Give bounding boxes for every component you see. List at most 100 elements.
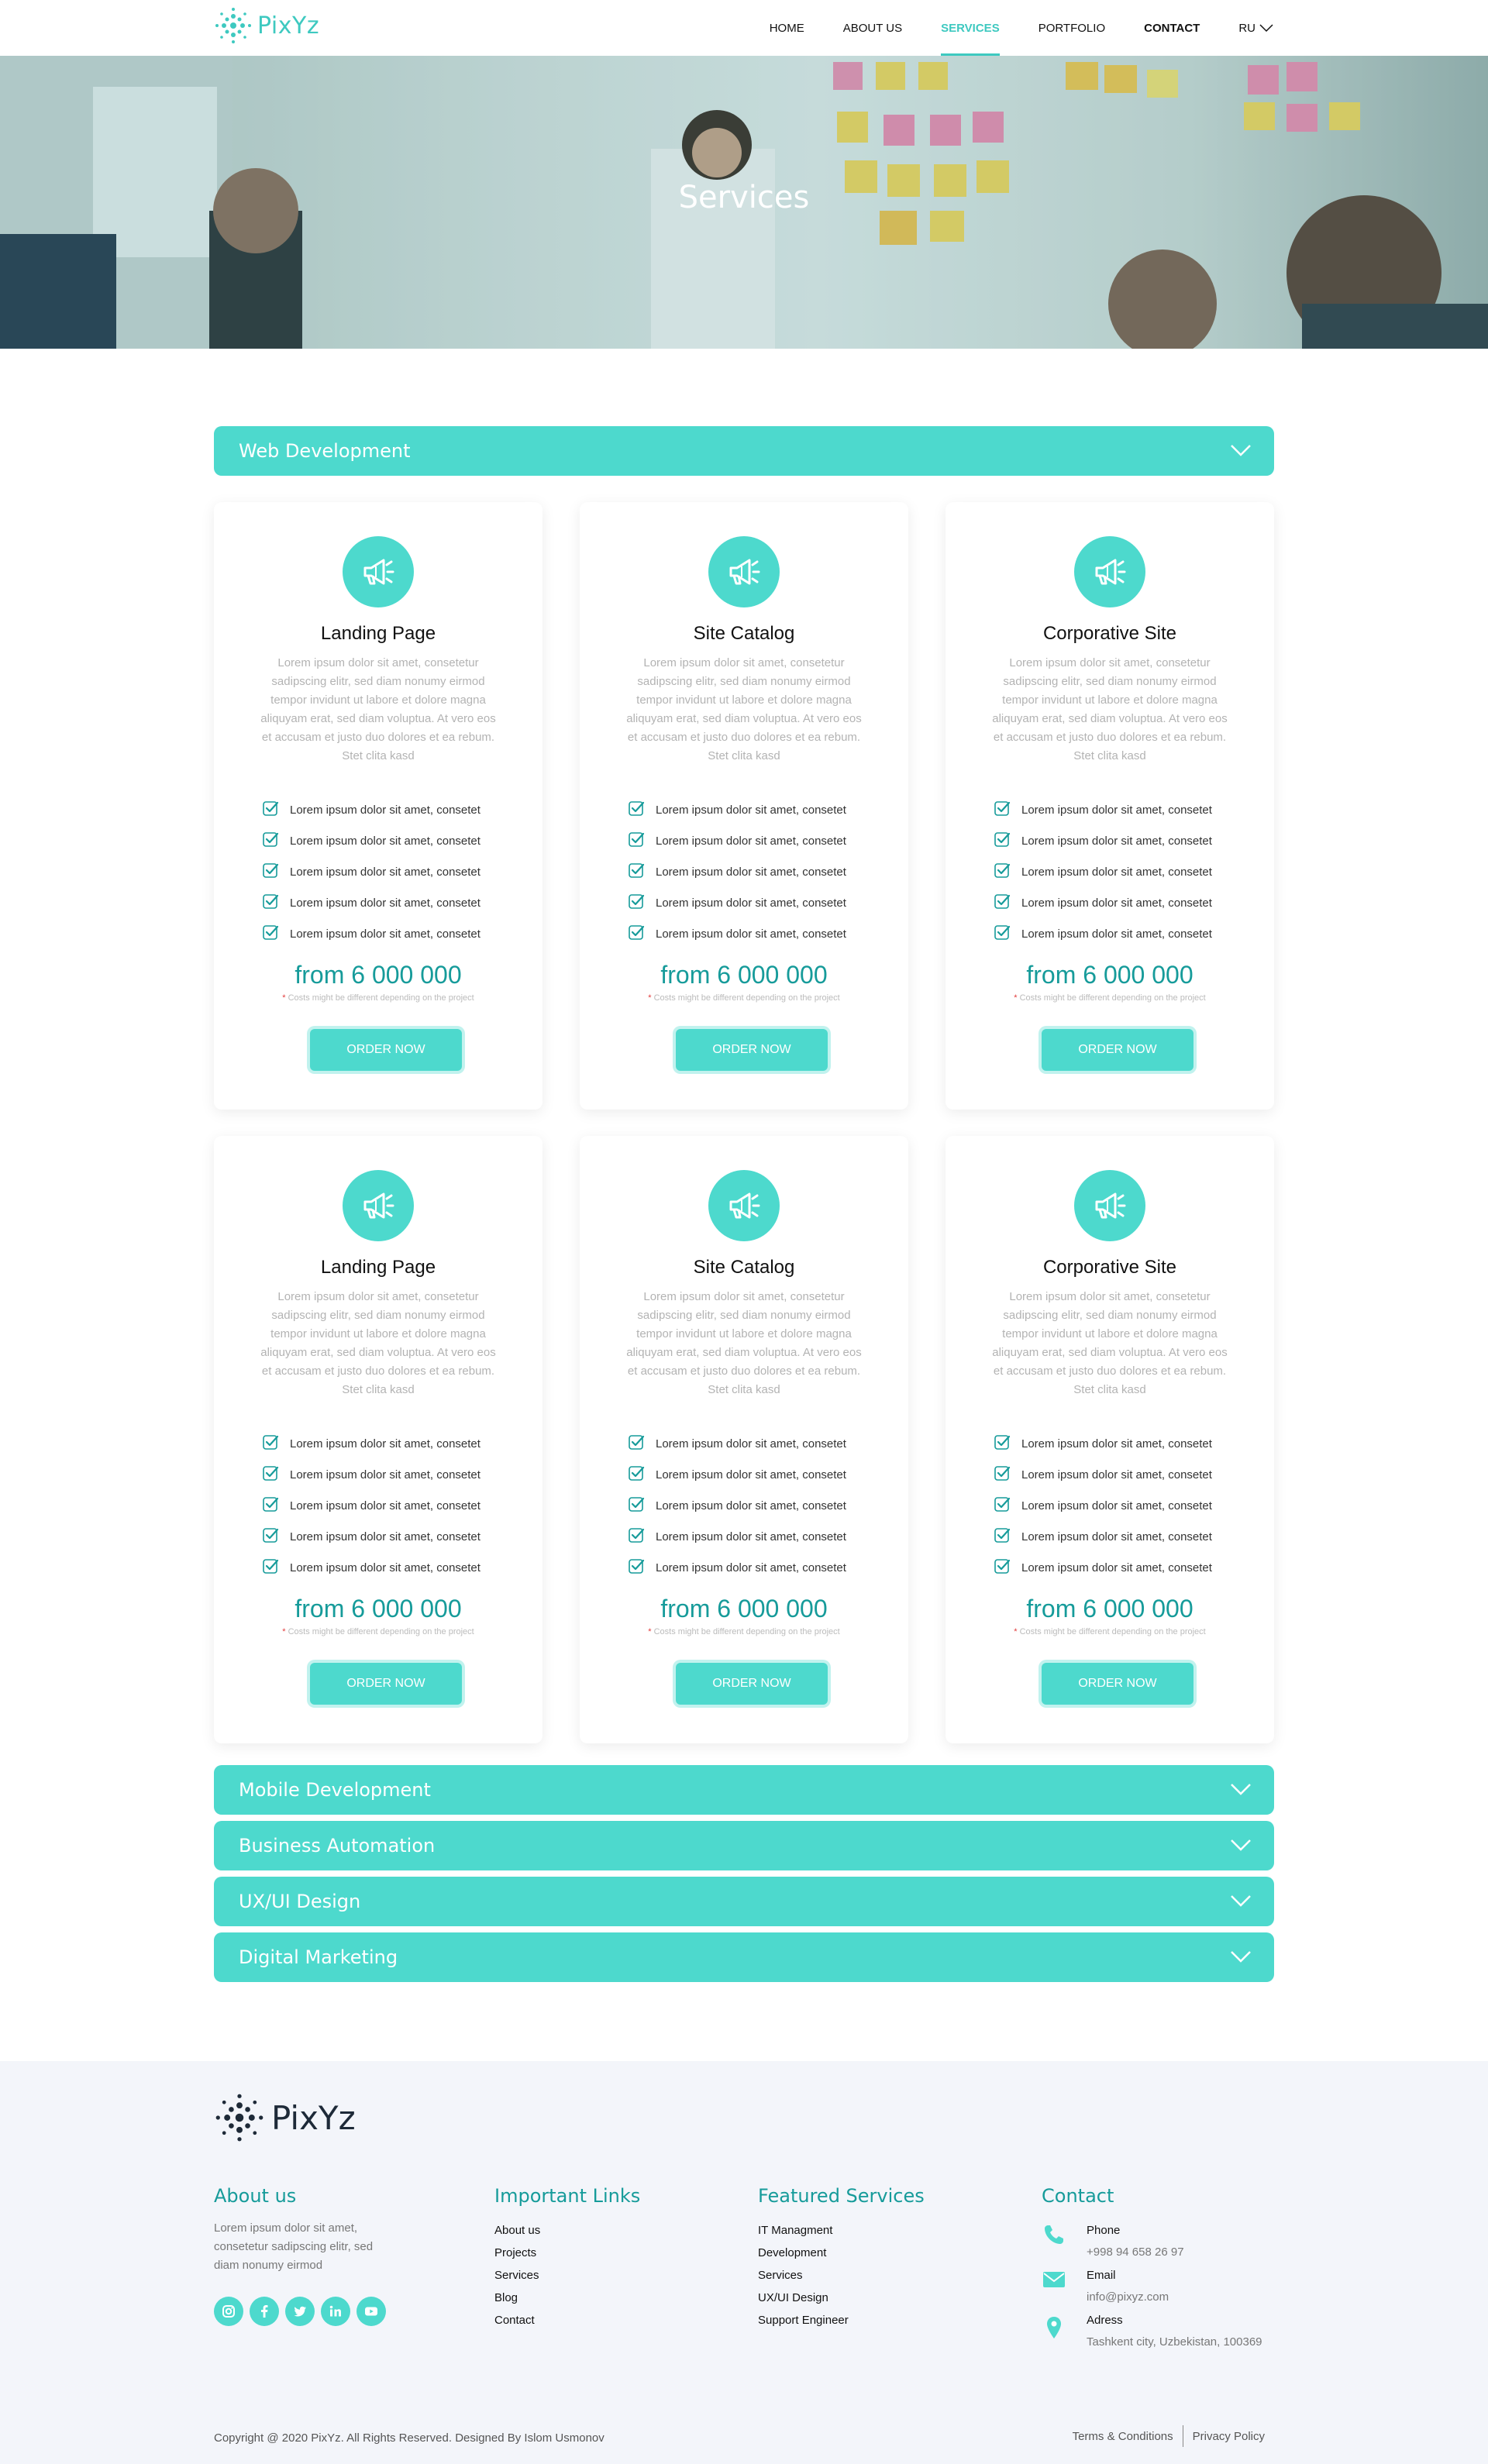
nav-portfolio[interactable]: PORTFOLIO — [1038, 0, 1105, 56]
header: PixYz HOME ABOUT US SERVICES PORTFOLIO C… — [0, 0, 1488, 56]
phone-label: Phone — [1087, 2224, 1121, 2237]
twitter-icon[interactable] — [285, 2297, 315, 2326]
checkbox-check-icon — [262, 1464, 279, 1485]
footer-logo-text: PixYz — [271, 2098, 356, 2137]
order-now-button[interactable]: ORDER NOW — [310, 1029, 462, 1071]
footer-contact-title: Contact — [1042, 2185, 1114, 2207]
footer-links-title: Important Links — [494, 2185, 641, 2207]
accordion-mobile-development[interactable]: Mobile Development — [214, 1765, 1274, 1815]
footer-contact-title-wrap: Contact — [1042, 2185, 1114, 2219]
footer-featured-development[interactable]: Development — [758, 2242, 925, 2264]
footer-featured-services[interactable]: Services — [758, 2264, 925, 2287]
footer-featured-ux-ui-design[interactable]: UX/UI Design — [758, 2287, 925, 2309]
logo[interactable]: PixYz — [214, 6, 319, 45]
address-value: Tashkent city, Uzbekistan, 100369 — [1087, 2335, 1262, 2349]
asterisk: * — [282, 1627, 288, 1636]
service-card: Site Catalog Lorem ipsum dolor sit amet, … — [580, 1136, 908, 1743]
checkbox-check-icon — [628, 831, 645, 851]
feature-item: Lorem ipsum dolor sit amet, consetet — [262, 1433, 510, 1454]
megaphone-icon — [708, 536, 780, 607]
checkbox-check-icon — [628, 893, 645, 913]
feature-item: Lorem ipsum dolor sit amet, consetet — [628, 1464, 876, 1485]
facebook-icon[interactable] — [250, 2297, 279, 2326]
mail-icon — [1043, 2272, 1065, 2287]
email-value[interactable]: info@pixyz.com — [1087, 2290, 1169, 2304]
footer-link-contact[interactable]: Contact — [494, 2309, 640, 2332]
order-now-button[interactable]: ORDER NOW — [1042, 1029, 1194, 1071]
feature-item: Lorem ipsum dolor sit amet, consetet — [262, 1557, 510, 1578]
asterisk: * — [282, 993, 288, 1003]
asterisk: * — [1014, 1627, 1020, 1636]
feature-text: Lorem ipsum dolor sit amet, consetet — [290, 1437, 480, 1451]
nav-about-us[interactable]: ABOUT US — [843, 0, 902, 56]
feature-item: Lorem ipsum dolor sit amet, consetet — [628, 1526, 876, 1547]
feature-item: Lorem ipsum dolor sit amet, consetet — [628, 862, 876, 882]
order-now-button[interactable]: ORDER NOW — [1042, 1663, 1194, 1705]
chevron-down-icon — [1231, 445, 1251, 456]
feature-item: Lorem ipsum dolor sit amet, consetet — [262, 800, 510, 820]
checkbox-check-icon — [628, 1526, 645, 1547]
nav-contact[interactable]: CONTACT — [1144, 0, 1200, 56]
chevron-down-icon — [1259, 24, 1273, 33]
feature-text: Lorem ipsum dolor sit amet, consetet — [656, 865, 846, 879]
feature-text: Lorem ipsum dolor sit amet, consetet — [656, 1530, 846, 1543]
footer-link-projects[interactable]: Projects — [494, 2242, 640, 2264]
checkbox-check-icon — [628, 924, 645, 944]
phone-icon — [1045, 2225, 1063, 2244]
copyright-text: Copyright @ 2020 PixYz. All Rights Reser… — [214, 2431, 604, 2445]
privacy-link[interactable]: Privacy Policy — [1183, 2430, 1274, 2443]
checkbox-check-icon — [994, 924, 1011, 944]
card-title: Corporative Site — [1042, 1257, 1177, 1278]
footer-link-about-us[interactable]: About us — [494, 2219, 640, 2242]
accordion-digital-marketing[interactable]: Digital Marketing — [214, 1932, 1274, 1982]
megaphone-icon — [1074, 536, 1145, 607]
feature-text: Lorem ipsum dolor sit amet, consetet — [656, 834, 846, 848]
order-now-button[interactable]: ORDER NOW — [310, 1663, 462, 1705]
feature-text: Lorem ipsum dolor sit amet, consetet — [1021, 865, 1212, 879]
phone-value[interactable]: +998 94 658 26 97 — [1087, 2245, 1184, 2259]
feature-text: Lorem ipsum dolor sit amet, consetet — [656, 1561, 846, 1574]
feature-item: Lorem ipsum dolor sit amet, consetet — [262, 831, 510, 851]
accordion-web-development[interactable]: Web Development — [214, 426, 1274, 476]
terms-link[interactable]: Terms & Conditions — [1063, 2430, 1183, 2443]
card-price: from 6 000 000 — [660, 961, 828, 989]
feature-item: Lorem ipsum dolor sit amet, consetet — [994, 862, 1242, 882]
checkbox-check-icon — [628, 1557, 645, 1578]
checkbox-check-icon — [262, 1433, 279, 1454]
feature-text: Lorem ipsum dolor sit amet, consetet — [1021, 1437, 1212, 1451]
feature-item: Lorem ipsum dolor sit amet, consetet — [994, 1557, 1242, 1578]
footer-featured-support-engineer[interactable]: Support Engineer — [758, 2309, 925, 2332]
feature-item: Lorem ipsum dolor sit amet, consetet — [628, 1557, 876, 1578]
linkedin-icon[interactable] — [321, 2297, 350, 2326]
price-note-text: Costs might be different depending on th… — [288, 1627, 474, 1636]
checkbox-check-icon — [628, 1495, 645, 1516]
footer-link-services[interactable]: Services — [494, 2264, 640, 2287]
accordion-business-automation[interactable]: Business Automation — [214, 1821, 1274, 1870]
accordion-ux-ui-design[interactable]: UX/UI Design — [214, 1877, 1274, 1926]
youtube-icon[interactable] — [356, 2297, 386, 2326]
nav-home[interactable]: HOME — [770, 0, 804, 56]
service-card: Site Catalog Lorem ipsum dolor sit amet, … — [580, 502, 908, 1110]
footer-logo[interactable]: PixYz — [214, 2092, 356, 2143]
order-now-button[interactable]: ORDER NOW — [676, 1029, 828, 1071]
service-card: Corporative Site Lorem ipsum dolor sit am… — [946, 1136, 1274, 1743]
nav-services[interactable]: SERVICES — [941, 0, 1000, 56]
order-now-button[interactable]: ORDER NOW — [676, 1663, 828, 1705]
checkbox-check-icon — [262, 1526, 279, 1547]
service-card: Landing Page Lorem ipsum dolor sit amet, … — [214, 502, 542, 1110]
feature-item: Lorem ipsum dolor sit amet, consetet — [628, 924, 876, 944]
price-note-text: Costs might be different depending on th… — [288, 993, 474, 1003]
footer-link-blog[interactable]: Blog — [494, 2287, 640, 2309]
feature-text: Lorem ipsum dolor sit amet, consetet — [290, 1499, 480, 1512]
footer-featured-it-managment[interactable]: IT Managment — [758, 2219, 925, 2242]
instagram-icon[interactable] — [214, 2297, 243, 2326]
card-description: Lorem ipsum dolor sit amet, consetetur s… — [260, 656, 496, 762]
feature-text: Lorem ipsum dolor sit amet, consetet — [656, 927, 846, 941]
checkbox-check-icon — [628, 800, 645, 820]
price-note: * Costs might be different depending on … — [214, 993, 542, 1003]
chevron-down-icon — [1231, 1951, 1251, 1963]
language-selector[interactable]: RU — [1238, 0, 1274, 56]
megaphone-icon — [708, 1170, 780, 1241]
chevron-down-icon — [1231, 1784, 1251, 1795]
feature-text: Lorem ipsum dolor sit amet, consetet — [656, 1437, 846, 1451]
